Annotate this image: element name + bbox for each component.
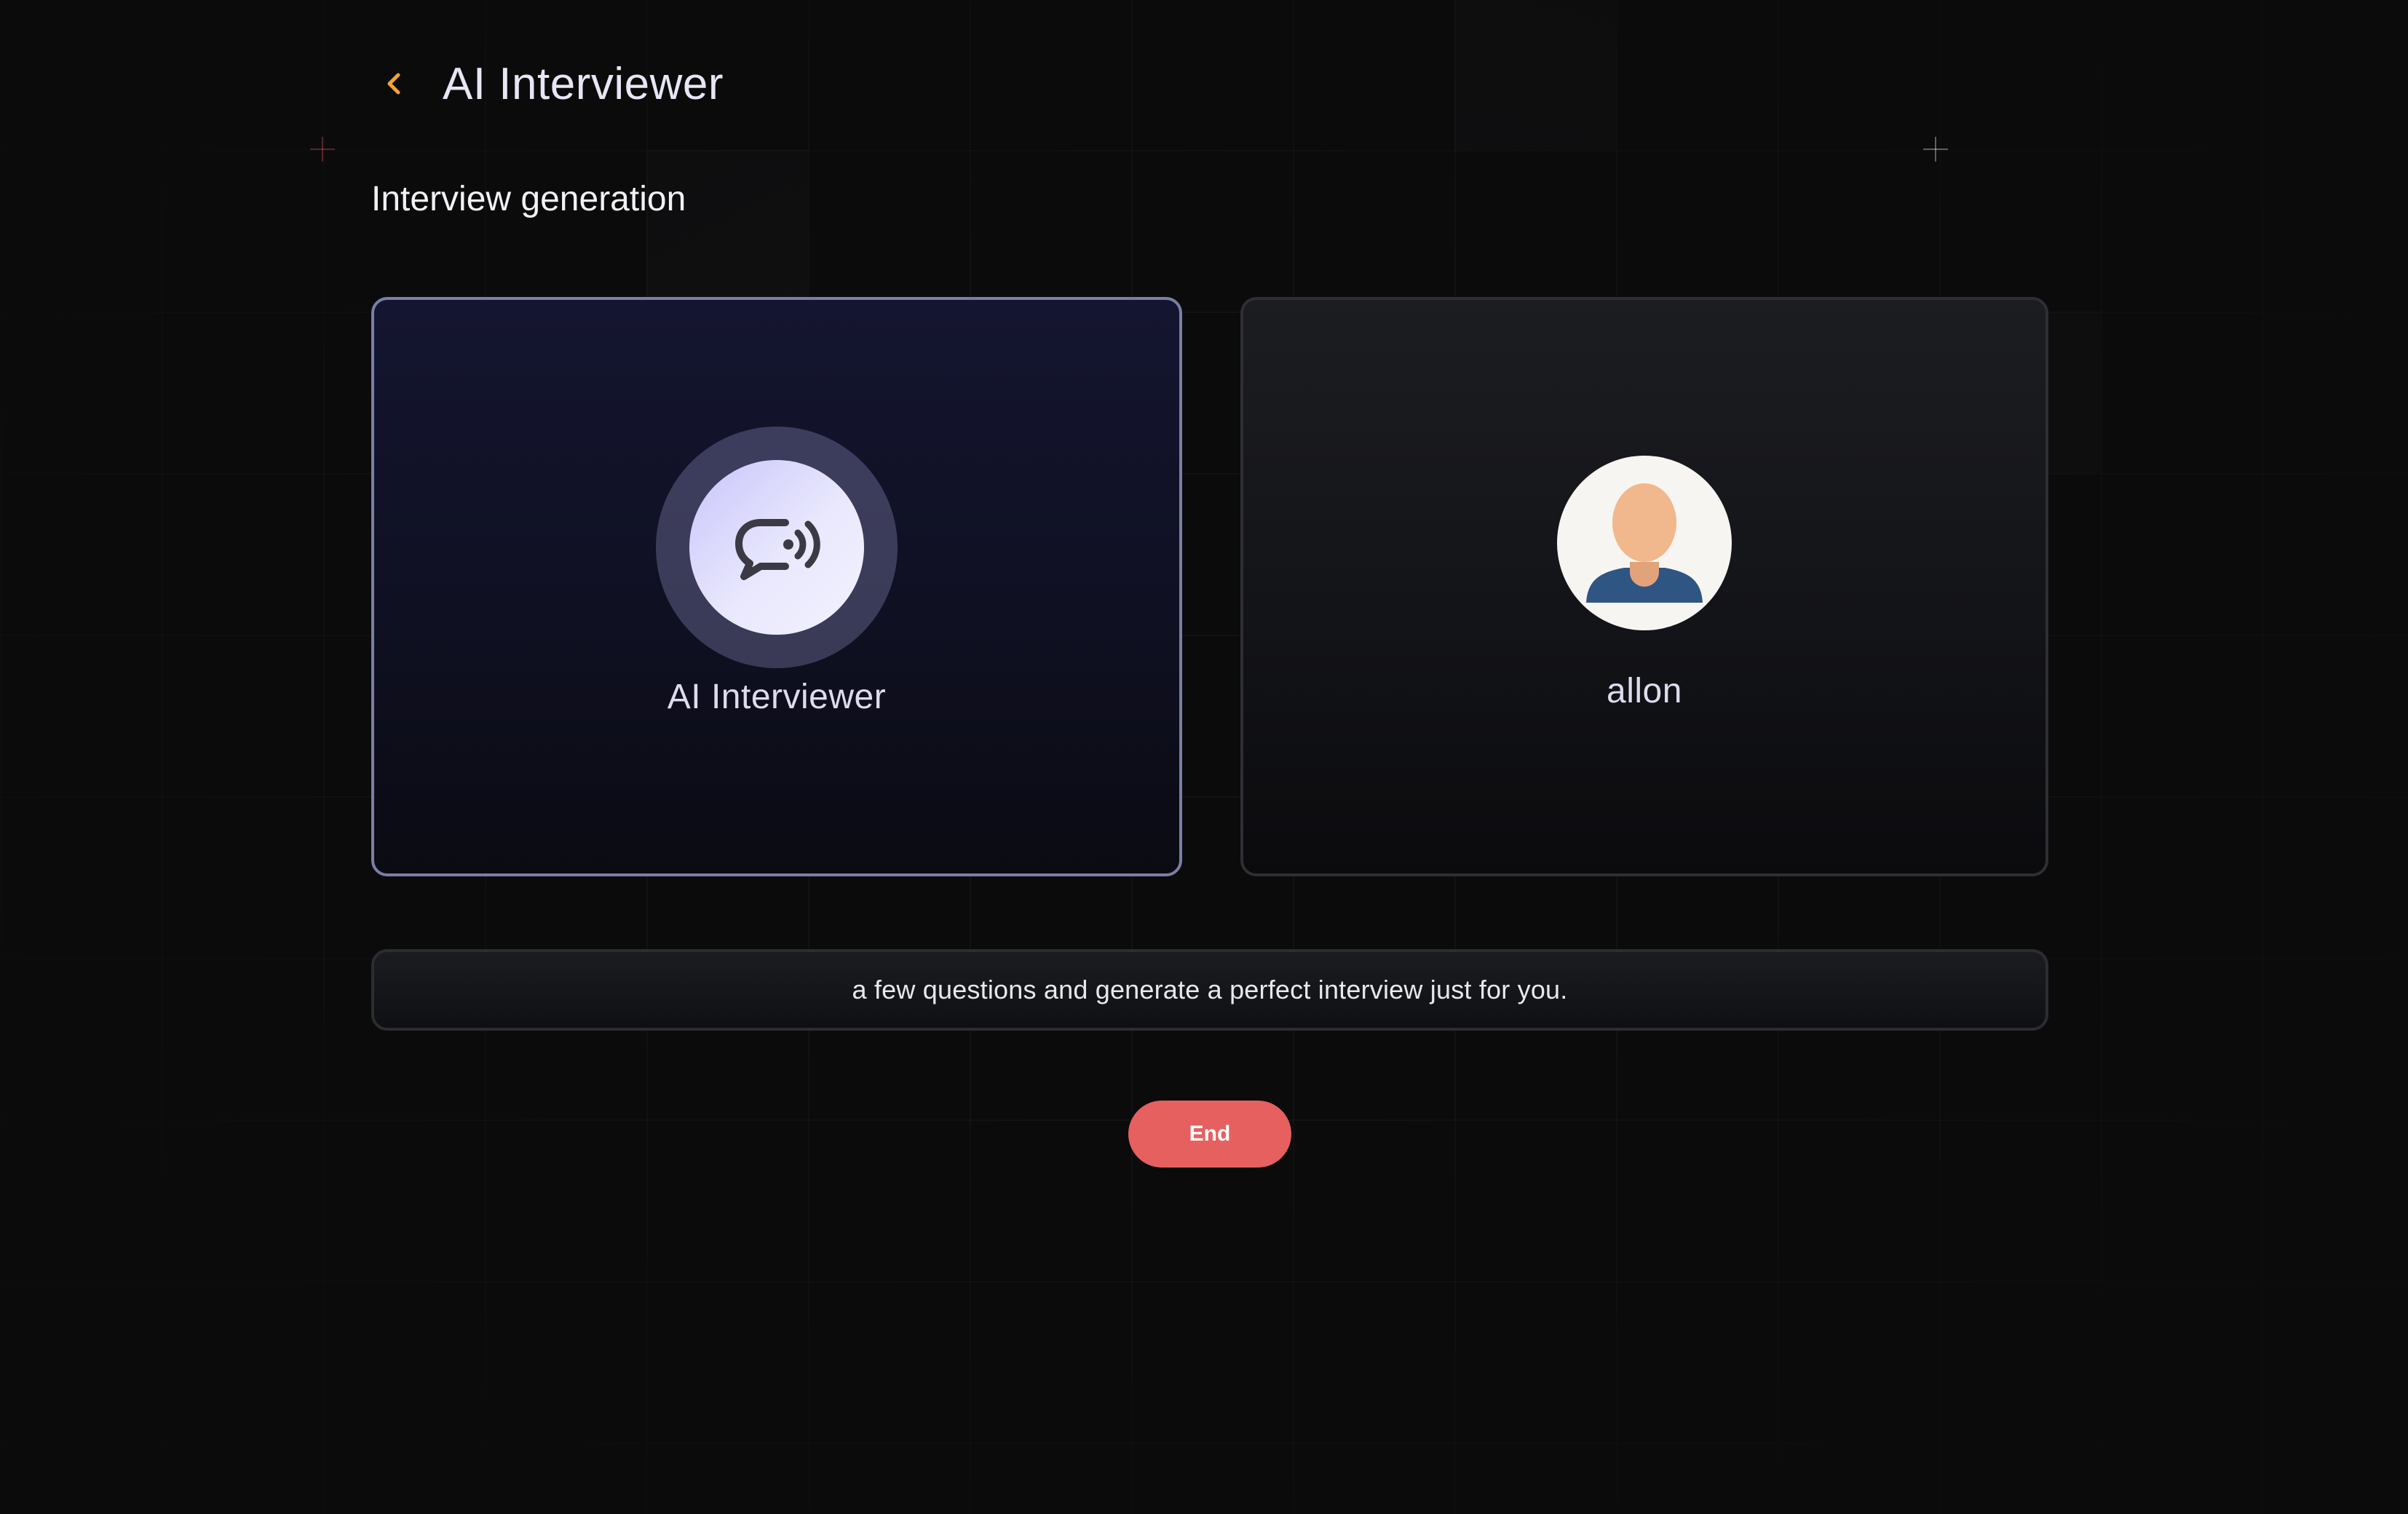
candidate-avatar — [1557, 456, 1732, 630]
candidate-name: allon — [1607, 672, 1682, 710]
voice-chat-icon — [735, 519, 820, 580]
transcript-text: a few questions and generate a perfect i… — [852, 975, 1568, 1004]
candidate-card: allon — [1240, 297, 2048, 876]
background-tile — [1454, 0, 1616, 150]
speaking-ring — [656, 427, 898, 668]
end-call-button[interactable]: End — [1128, 1101, 1291, 1168]
back-button[interactable] — [371, 60, 418, 107]
interviewer-name: AI Interviewer — [667, 678, 887, 716]
page-title: AI Interviewer — [443, 58, 724, 109]
interviewer-card: AI Interviewer — [371, 297, 1182, 876]
chevron-left-icon — [387, 73, 400, 95]
sparkle-decoration — [310, 137, 335, 162]
page-header: AI Interviewer — [371, 51, 724, 116]
background-tile — [646, 150, 808, 312]
interviewer-avatar — [689, 460, 864, 635]
transcript-box: a few questions and generate a perfect i… — [371, 949, 2048, 1031]
section-title: Interview generation — [371, 180, 686, 218]
sparkle-decoration — [1923, 137, 1948, 162]
user-avatar-icon — [1586, 483, 1703, 603]
